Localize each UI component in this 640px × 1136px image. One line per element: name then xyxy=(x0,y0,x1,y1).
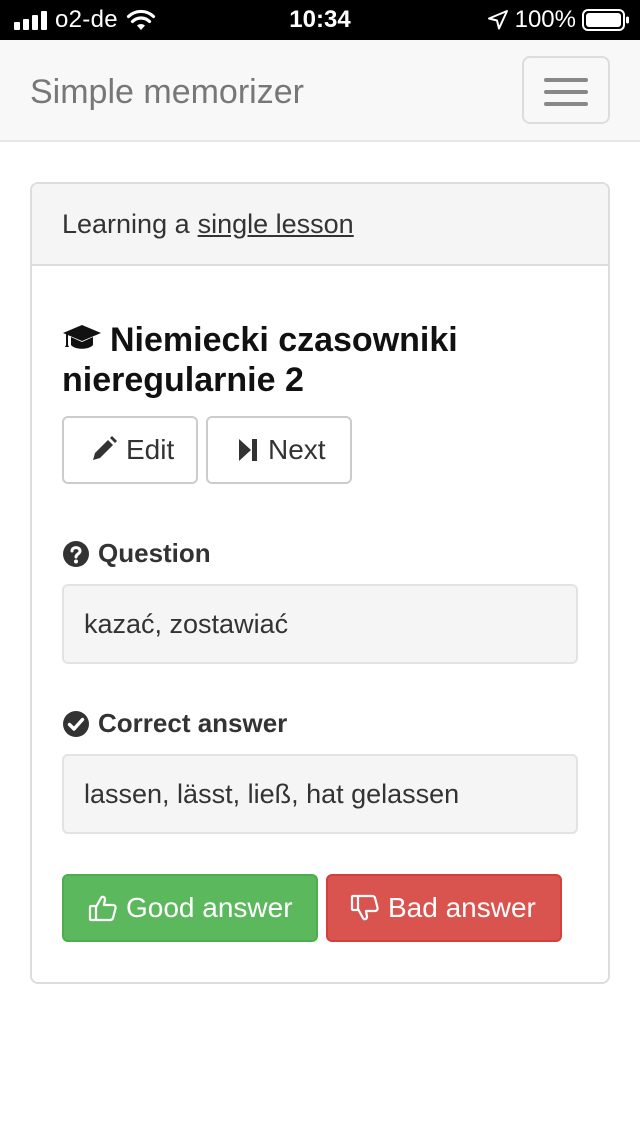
check-circle-icon xyxy=(63,710,89,737)
graduation-cap-icon xyxy=(63,325,101,349)
edit-button[interactable]: Edit xyxy=(62,416,198,484)
good-answer-button[interactable]: Good answer xyxy=(62,874,318,942)
answer-label: Correct answer xyxy=(98,708,288,738)
edit-button-label: Edit xyxy=(126,434,175,465)
answer-box: lassen, lässt, ließ, hat gelassen xyxy=(62,754,578,834)
question-heading: Question xyxy=(62,538,211,569)
hamburger-bar xyxy=(544,90,588,94)
battery-icon xyxy=(582,9,629,31)
answer-heading: Correct answer xyxy=(62,708,287,739)
navbar-brand[interactable]: Simple memorizer xyxy=(30,70,304,114)
question-box: kazać, zostawiać xyxy=(62,584,578,664)
good-answer-label: Good answer xyxy=(126,892,293,923)
question-text: kazać, zostawiać xyxy=(84,608,289,639)
question-label: Question xyxy=(98,538,211,568)
next-button-label: Next xyxy=(268,434,326,465)
panel-heading-text: Learning a xyxy=(62,208,190,239)
next-button[interactable]: Next xyxy=(206,416,352,484)
pencil-icon xyxy=(93,436,117,460)
hamburger-bar xyxy=(544,102,588,106)
status-bar: o2-de 10:34 100% xyxy=(0,0,640,40)
navbar: Simple memorizer xyxy=(0,40,640,142)
status-right: 100% xyxy=(487,0,630,40)
thumbs-up-icon xyxy=(88,895,117,922)
navbar-toggle-button[interactable] xyxy=(522,56,610,124)
battery-percent: 100% xyxy=(514,6,576,33)
step-forward-icon xyxy=(239,439,257,461)
lesson-title: Niemiecki czasowniki nieregularnie 2 xyxy=(62,320,582,400)
lesson-title-text: Niemiecki czasowniki nieregularnie 2 xyxy=(62,321,458,399)
hamburger-menu-icon xyxy=(544,78,588,82)
single-lesson-link[interactable]: single lesson xyxy=(198,209,354,240)
answer-text: lassen, lässt, ließ, hat gelassen xyxy=(84,778,460,809)
bad-answer-label: Bad answer xyxy=(388,892,536,923)
thumbs-down-icon xyxy=(350,894,379,921)
bad-answer-button[interactable]: Bad answer xyxy=(326,874,562,942)
location-icon xyxy=(487,10,508,30)
question-circle-icon xyxy=(63,540,89,567)
lesson-panel: Learning a single lesson Niemiecki czaso… xyxy=(30,182,610,984)
panel-heading: Learning a single lesson xyxy=(32,184,608,266)
